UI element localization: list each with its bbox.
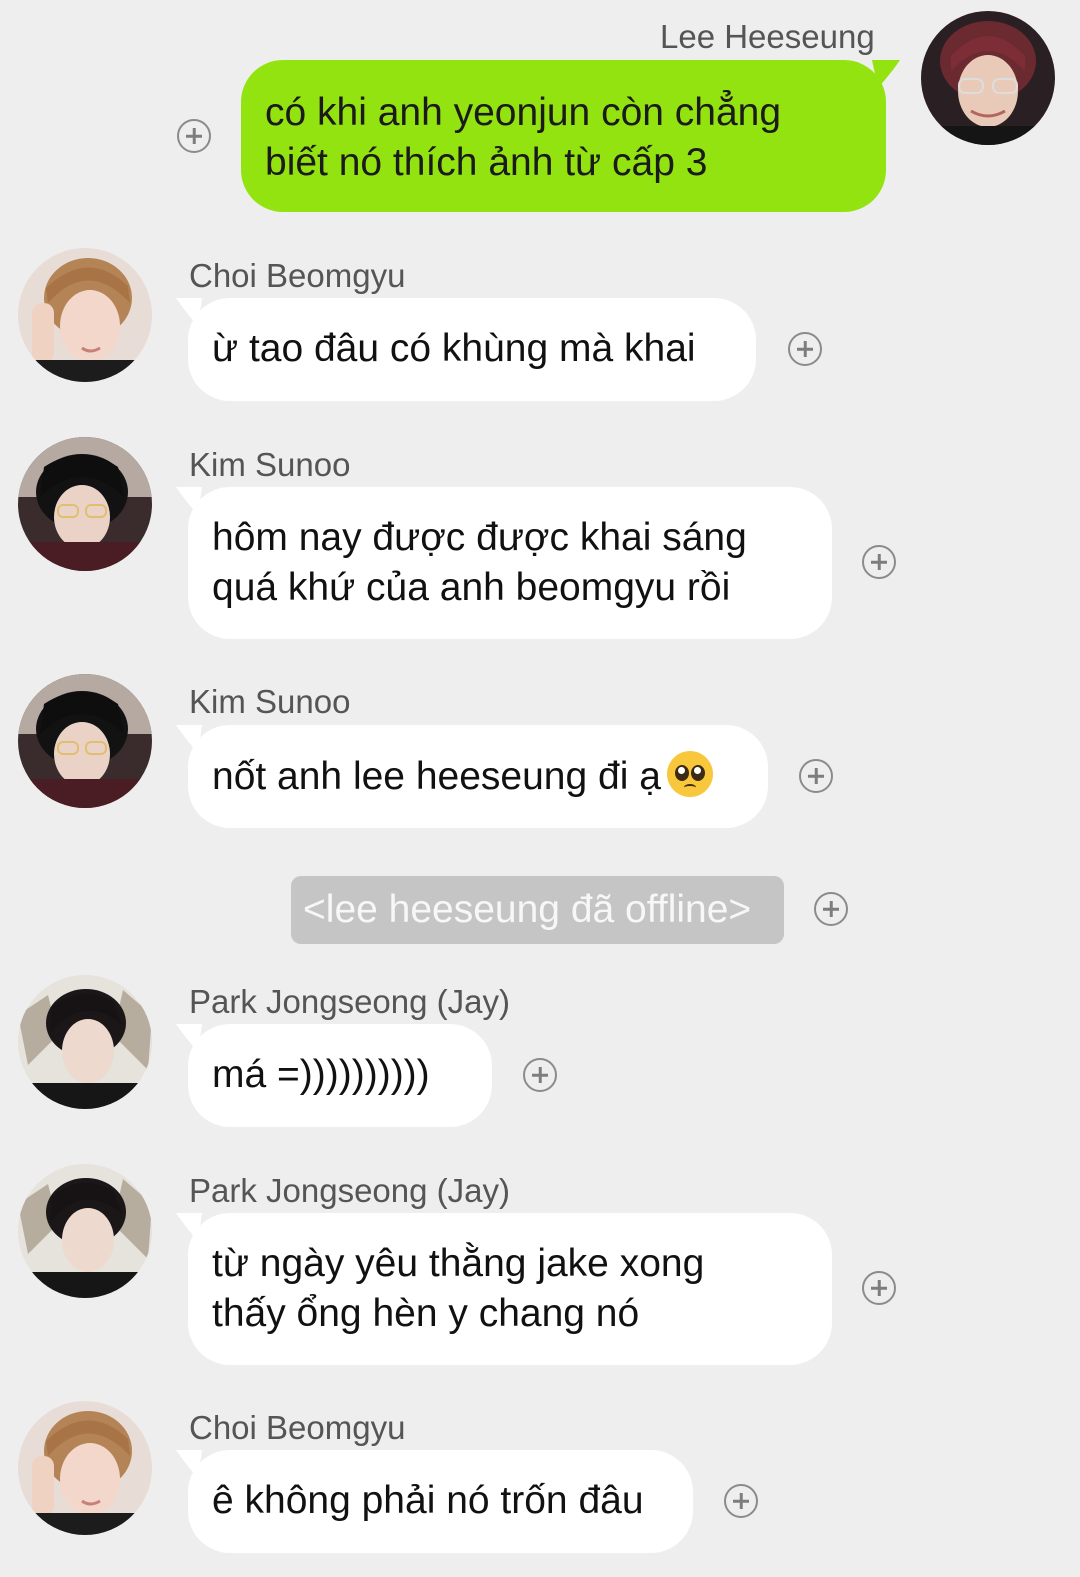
message-bubble[interactable]: má =)))))))))) [188,1024,492,1127]
message-text: biết nó thích ảnh từ cấp 3 [265,141,708,184]
sender-name: Lee Heeseung [660,18,875,55]
message-text: hôm nay được được khai sáng [212,516,747,559]
add-reaction-icon[interactable] [814,892,848,926]
message-text: má =)))))))))) [212,1053,430,1096]
message-line: nốt anh lee heeseung đi ạ [212,751,744,802]
message-text: ê không phải nó trốn đâu [212,1479,644,1522]
add-reaction-icon[interactable] [862,1271,896,1305]
avatar-kim-sunoo[interactable] [18,674,152,808]
message-bubble[interactable]: ừ tao đâu có khùng mà khai [188,298,756,401]
add-reaction-icon[interactable] [724,1484,758,1518]
avatar-lee-heeseung[interactable] [921,11,1055,145]
avatar-kim-sunoo[interactable] [18,437,152,571]
system-notice: <lee heeseung đã offline> [291,876,784,944]
message-bubble[interactable]: ê không phải nó trốn đâu [188,1450,693,1553]
avatar-choi-beomgyu[interactable] [18,1401,152,1535]
message-text: ừ tao đâu có khùng mà khai [212,327,696,370]
message-text: nốt anh lee heeseung đi ạ [212,755,661,798]
message-bubble[interactable]: từ ngày yêu thằng jake xong thấy ổng hèn… [188,1213,832,1365]
avatar-park-jongseong[interactable] [18,1164,152,1298]
message-bubble[interactable]: có khi anh yeonjun còn chẳng biết nó thí… [241,60,886,212]
sender-name: Choi Beomgyu [189,257,406,294]
sender-name: Park Jongseong (Jay) [189,1172,510,1209]
pleading-face-emoji [666,751,713,797]
sender-name: Kim Sunoo [189,683,351,720]
add-reaction-icon[interactable] [788,332,822,366]
message-text: có khi anh yeonjun còn chẳng [265,91,782,134]
message-text: quá khứ của anh beomgyu rồi [212,566,731,609]
avatar-park-jongseong[interactable] [18,975,152,1109]
message-text: từ ngày yêu thằng jake xong [212,1242,705,1285]
sender-name: Kim Sunoo [189,446,351,483]
add-reaction-icon[interactable] [799,759,833,793]
add-reaction-icon[interactable] [862,545,896,579]
add-reaction-icon[interactable] [523,1058,557,1092]
add-reaction-icon[interactable] [177,119,211,153]
bubble-tail [872,60,900,88]
sender-name: Park Jongseong (Jay) [189,983,510,1020]
message-text: thấy ổng hèn y chang nó [212,1292,640,1335]
message-bubble[interactable]: nốt anh lee heeseung đi ạ [188,725,768,828]
avatar-choi-beomgyu[interactable] [18,248,152,382]
sender-name: Choi Beomgyu [189,1409,406,1446]
message-bubble[interactable]: hôm nay được được khai sáng quá khứ của … [188,487,832,639]
